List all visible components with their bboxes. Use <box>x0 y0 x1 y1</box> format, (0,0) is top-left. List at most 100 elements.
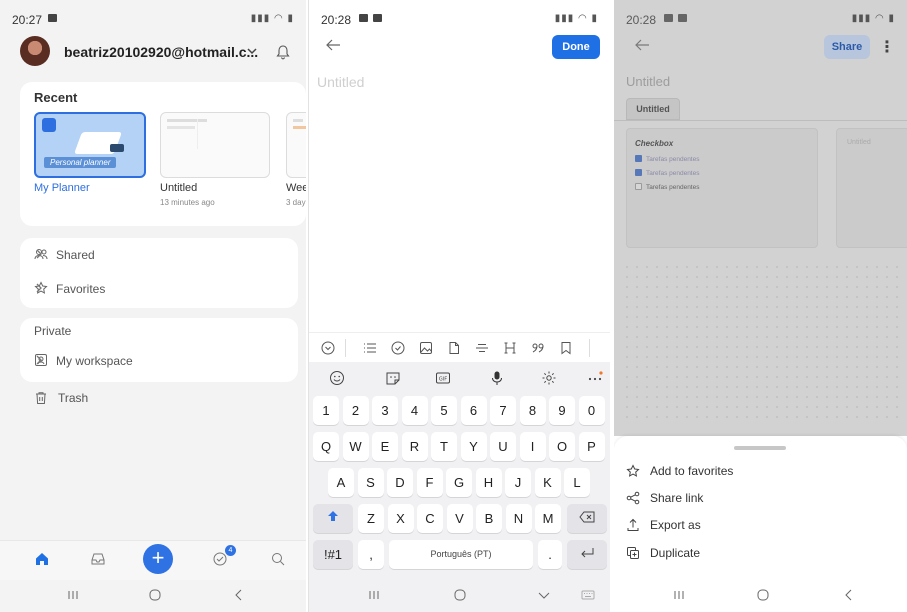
period-key[interactable]: . <box>538 540 562 569</box>
key-6[interactable]: 6 <box>460 396 487 425</box>
gif-icon[interactable]: GIF <box>435 370 451 386</box>
key-o[interactable]: O <box>549 432 575 461</box>
key-y[interactable]: Y <box>460 432 487 461</box>
key-z[interactable]: Z <box>358 504 384 533</box>
image-icon[interactable] <box>419 341 433 355</box>
bookmark-icon[interactable] <box>559 341 573 355</box>
checkbox-unchecked[interactable] <box>635 183 642 190</box>
recent-item-title[interactable]: My Planner <box>34 182 90 194</box>
key-v[interactable]: V <box>446 504 473 533</box>
back-arrow-icon[interactable] <box>634 38 650 52</box>
dimmed-document[interactable]: 20:28 ▮▮▮ ◠ ▮ Share ⋮ Untitled Untitled … <box>614 0 907 436</box>
back-icon[interactable] <box>842 588 856 602</box>
hide-keyboard-icon[interactable] <box>537 588 551 602</box>
recent-thumbnail-weekly[interactable] <box>286 112 306 178</box>
keyboard-icon[interactable] <box>581 588 595 602</box>
done-button[interactable]: Done <box>552 35 600 59</box>
search-icon[interactable] <box>270 551 286 567</box>
key-f[interactable]: F <box>416 468 443 497</box>
inbox-icon[interactable] <box>90 551 106 567</box>
key-e[interactable]: E <box>372 432 398 461</box>
recents-icon[interactable] <box>367 588 381 602</box>
key-s[interactable]: S <box>357 468 384 497</box>
account-switcher[interactable]: beatriz20102920@hotmail.c... <box>64 44 258 60</box>
back-arrow-icon[interactable] <box>325 38 341 52</box>
key-r[interactable]: R <box>401 432 428 461</box>
share-button[interactable]: Share <box>824 35 870 59</box>
key-d[interactable]: D <box>387 468 413 497</box>
heading-icon[interactable] <box>503 341 517 355</box>
recent-thumbnail-my-planner[interactable]: Personal planner <box>34 112 146 178</box>
comma-key[interactable]: , <box>358 540 384 569</box>
key-9[interactable]: 9 <box>549 396 575 425</box>
emoji-icon[interactable] <box>329 370 345 386</box>
signal-icon: ▮▮▮ ◠ ▮ <box>554 13 598 24</box>
more-options-icon[interactable]: ⋮ <box>879 37 895 57</box>
backspace-key[interactable] <box>567 504 607 533</box>
microphone-icon[interactable] <box>489 370 505 386</box>
recent-thumbnail-untitled[interactable] <box>160 112 270 178</box>
key-8[interactable]: 8 <box>519 396 546 425</box>
key-l[interactable]: L <box>564 468 590 497</box>
key-p[interactable]: P <box>578 432 605 461</box>
tab-untitled[interactable]: Untitled <box>626 98 680 120</box>
bell-icon[interactable] <box>276 44 290 60</box>
nav-item-trash[interactable]: Trash <box>34 388 284 412</box>
more-icon[interactable] <box>587 370 603 386</box>
checkbox-icon[interactable] <box>391 341 405 355</box>
quote-icon[interactable] <box>531 341 545 355</box>
space-key[interactable]: Português (PT) <box>389 540 533 569</box>
key-i[interactable]: I <box>519 432 546 461</box>
sheet-handle[interactable] <box>734 446 786 450</box>
key-q[interactable]: Q <box>313 432 339 461</box>
key-x[interactable]: X <box>387 504 414 533</box>
key-5[interactable]: 5 <box>431 396 457 425</box>
nav-item-favorites[interactable]: Favorites <box>34 274 286 304</box>
recents-icon[interactable] <box>66 588 80 602</box>
key-u[interactable]: U <box>490 432 516 461</box>
avatar[interactable] <box>20 36 50 66</box>
home-icon[interactable] <box>34 551 50 567</box>
key-n[interactable]: N <box>505 504 532 533</box>
symbols-key[interactable]: !#1 <box>313 540 353 569</box>
recents-icon[interactable] <box>672 588 686 602</box>
key-4[interactable]: 4 <box>401 396 428 425</box>
key-t[interactable]: T <box>431 432 457 461</box>
key-a[interactable]: A <box>328 468 354 497</box>
nav-item-shared[interactable]: Shared <box>34 240 286 270</box>
document-title-input[interactable]: Untitled <box>317 74 364 90</box>
key-j[interactable]: J <box>505 468 531 497</box>
page-icon[interactable] <box>447 341 461 355</box>
strikethrough-icon[interactable] <box>475 341 489 355</box>
sticker-icon[interactable] <box>385 370 401 386</box>
key-b[interactable]: B <box>476 504 502 533</box>
key-g[interactable]: G <box>446 468 472 497</box>
enter-key[interactable] <box>567 540 607 569</box>
bullet-list-icon[interactable] <box>363 341 377 355</box>
chevron-down-icon[interactable] <box>246 45 258 57</box>
key-1[interactable]: 1 <box>313 396 339 425</box>
key-m[interactable]: M <box>535 504 561 533</box>
home-button-icon[interactable] <box>453 588 467 602</box>
key-w[interactable]: W <box>342 432 369 461</box>
key-0[interactable]: 0 <box>578 396 605 425</box>
nav-item-workspace[interactable]: My workspace <box>34 346 286 376</box>
key-c[interactable]: C <box>417 504 443 533</box>
collapse-icon[interactable] <box>321 341 335 355</box>
key-3[interactable]: 3 <box>372 396 398 425</box>
home-button-icon[interactable] <box>756 588 770 602</box>
key-7[interactable]: 7 <box>490 396 516 425</box>
trash-label: Trash <box>58 391 89 405</box>
home-button-icon[interactable] <box>148 588 162 602</box>
checkbox-checked[interactable] <box>635 155 642 162</box>
key-k[interactable]: K <box>534 468 561 497</box>
recent-item-title[interactable]: Weel <box>286 182 306 194</box>
shift-key[interactable] <box>313 504 353 533</box>
settings-icon[interactable] <box>541 370 557 386</box>
back-icon[interactable] <box>232 588 246 602</box>
checkbox-checked[interactable] <box>635 169 642 176</box>
recent-item-title[interactable]: Untitled <box>160 182 197 194</box>
key-h[interactable]: H <box>475 468 502 497</box>
add-button[interactable]: + <box>143 544 173 574</box>
key-2[interactable]: 2 <box>342 396 369 425</box>
